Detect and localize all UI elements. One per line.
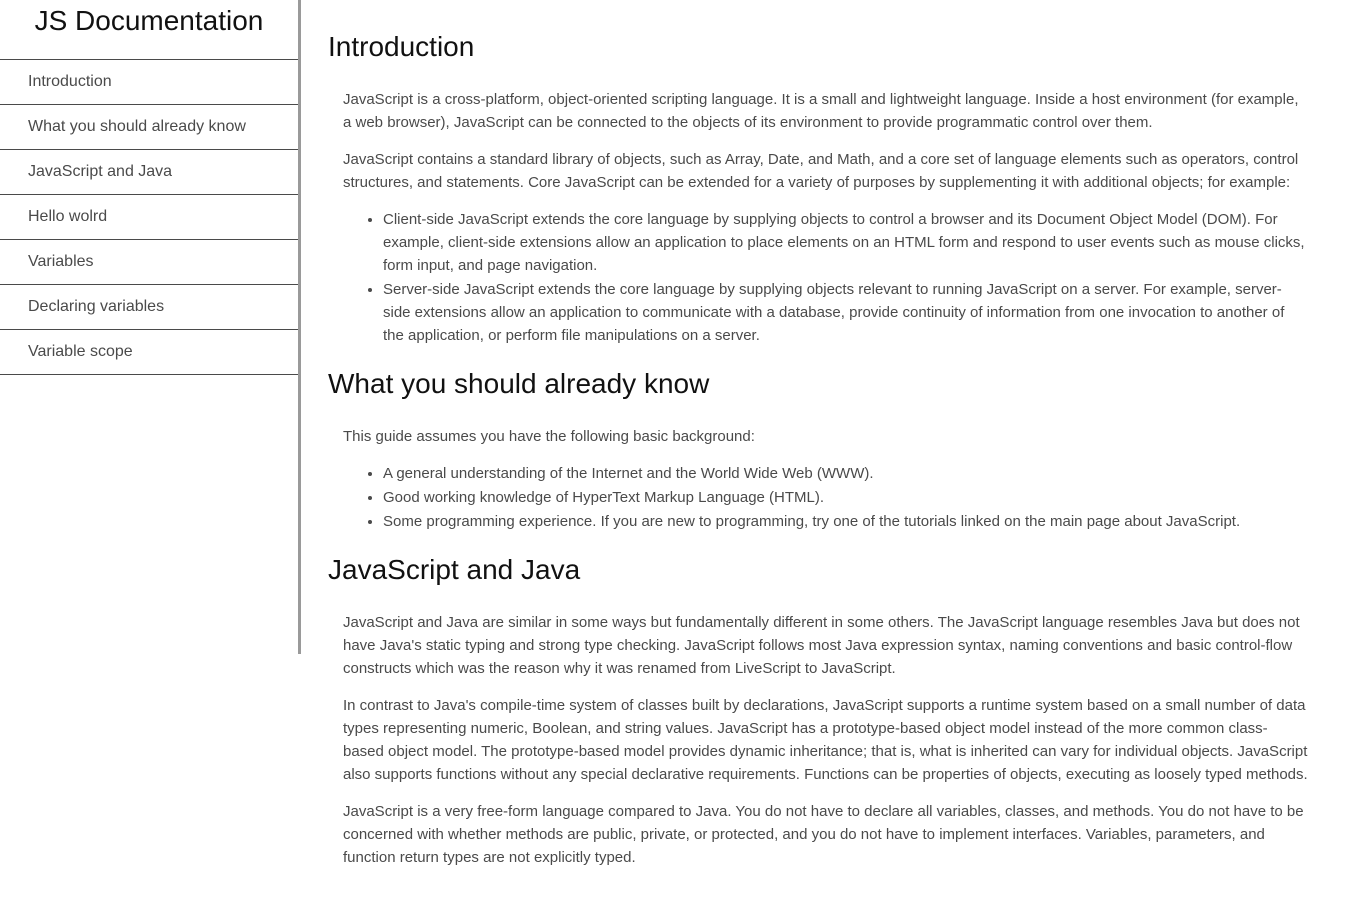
nav-item: Variables bbox=[0, 240, 298, 285]
nav-item: Introduction bbox=[0, 60, 298, 105]
nav-item: JavaScript and Java bbox=[0, 150, 298, 195]
section-what-you-should-already-know: What you should already know This guide … bbox=[328, 347, 1308, 533]
section-title-javascript-and-java: JavaScript and Java bbox=[328, 554, 581, 585]
nav-link-hello-world[interactable]: Hello wolrd bbox=[0, 195, 298, 240]
paragraph: JavaScript contains a standard library o… bbox=[343, 151, 1299, 191]
bullet-list: A general understanding of the Internet … bbox=[343, 462, 1308, 533]
list-item: Some programming experience. If you are … bbox=[383, 510, 1308, 533]
nav-item: Declaring variables bbox=[0, 285, 298, 330]
nav-link-javascript-and-java[interactable]: JavaScript and Java bbox=[0, 150, 298, 195]
paragraph: In contrast to Java's compile-time syste… bbox=[343, 697, 1308, 783]
main-doc: Introduction JavaScript is a cross-platf… bbox=[328, 0, 1308, 921]
nav-link-variables[interactable]: Variables bbox=[0, 240, 298, 285]
paragraph: JavaScript is a very free-form language … bbox=[343, 803, 1304, 866]
section-javascript-and-java: JavaScript and Java JavaScript and Java … bbox=[328, 533, 1308, 869]
nav-link-introduction[interactable]: Introduction bbox=[0, 60, 298, 105]
nav-item: Hello wolrd bbox=[0, 195, 298, 240]
nav-title: JS Documentation bbox=[0, 0, 298, 60]
paragraph: This guide assumes you have the followin… bbox=[343, 428, 755, 445]
paragraph: JavaScript is a cross-platform, object-o… bbox=[343, 91, 1299, 131]
list-item: Client-side JavaScript extends the core … bbox=[383, 208, 1308, 277]
paragraph: JavaScript and Java are similar in some … bbox=[343, 614, 1300, 677]
section-title-introduction: Introduction bbox=[328, 31, 475, 62]
sidebar-nav: JS Documentation Introduction What you s… bbox=[0, 0, 301, 654]
section-title-what-you-should-already-know: What you should already know bbox=[328, 368, 710, 399]
nav-item: Variable scope bbox=[0, 330, 298, 375]
nav-link-declaring-variables[interactable]: Declaring variables bbox=[0, 285, 298, 330]
section-introduction: Introduction JavaScript is a cross-platf… bbox=[328, 0, 1308, 347]
nav-list: Introduction What you should already kno… bbox=[0, 60, 298, 375]
nav-link-variable-scope[interactable]: Variable scope bbox=[0, 330, 298, 375]
list-item: A general understanding of the Internet … bbox=[383, 462, 1308, 485]
nav-item: What you should already know bbox=[0, 105, 298, 150]
bullet-list: Client-side JavaScript extends the core … bbox=[343, 208, 1308, 347]
list-item: Server-side JavaScript extends the core … bbox=[383, 278, 1308, 347]
list-item: Good working knowledge of HyperText Mark… bbox=[383, 486, 1308, 509]
nav-link-what-you-should-already-know[interactable]: What you should already know bbox=[0, 105, 298, 150]
